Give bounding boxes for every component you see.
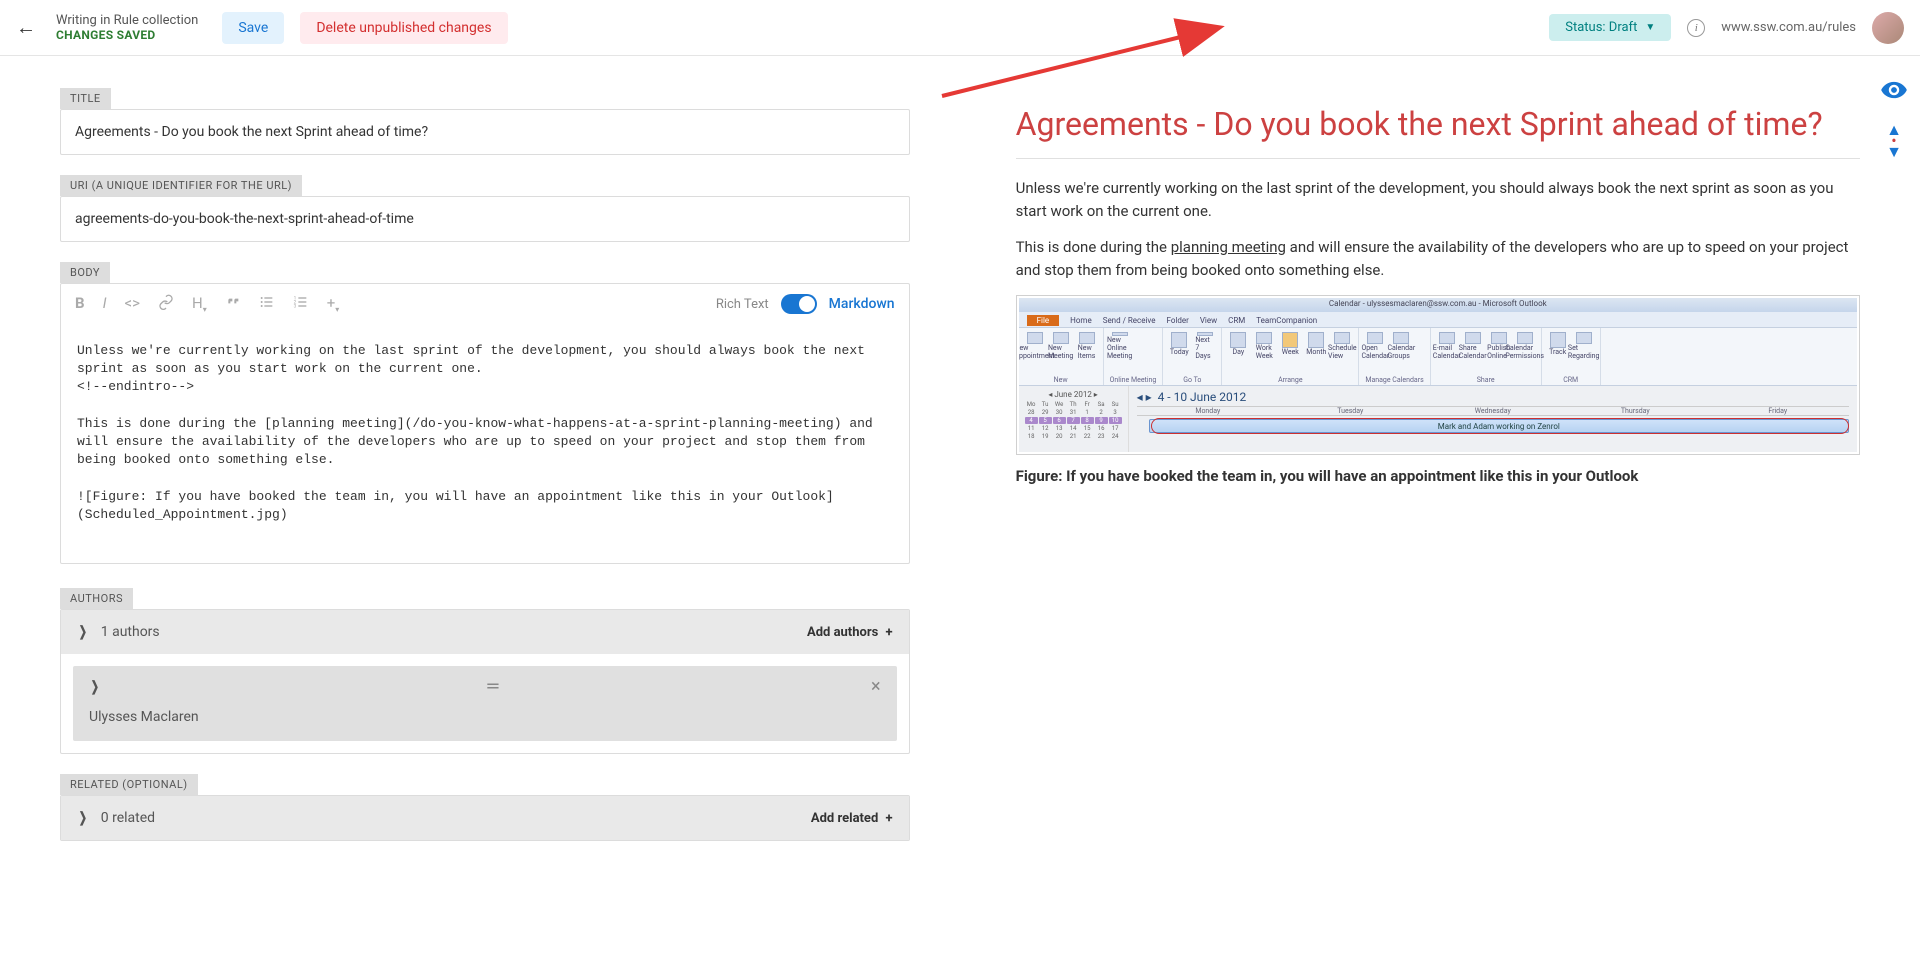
status-dropdown[interactable]: Status: Draft ▼ bbox=[1549, 14, 1671, 41]
authors-header[interactable]: ❯ 1 authors Add authors + bbox=[61, 610, 909, 654]
figure-caption: Figure: If you have booked the team in, … bbox=[1016, 465, 1860, 488]
add-block-icon[interactable]: +▾ bbox=[327, 294, 340, 314]
authors-summary: 1 authors bbox=[101, 624, 795, 640]
title-input[interactable] bbox=[60, 109, 910, 155]
markdown-mode-label: Markdown bbox=[829, 296, 895, 312]
save-button[interactable]: Save bbox=[222, 12, 284, 44]
figure-image: Calendar - ulyssesmaclaren@ssw.com.au - … bbox=[1016, 295, 1860, 455]
related-summary: 0 related bbox=[101, 810, 799, 826]
body-field-label: BODY bbox=[60, 262, 110, 283]
related-field-label: RELATED (OPTIONAL) bbox=[60, 774, 198, 795]
code-icon[interactable]: <> bbox=[125, 294, 140, 314]
svg-text:3: 3 bbox=[293, 303, 296, 309]
ordered-list-icon[interactable]: 123 bbox=[293, 294, 309, 314]
chevron-right-icon[interactable]: ❯ bbox=[91, 679, 99, 695]
delete-unpublished-button[interactable]: Delete unpublished changes bbox=[300, 12, 507, 44]
outlook-titlebar: Calendar - ulyssesmaclaren@ssw.com.au - … bbox=[1019, 298, 1857, 312]
preview-eye-icon[interactable] bbox=[1880, 76, 1908, 108]
outlook-tabs: File Home Send / Receive Folder View CRM… bbox=[1019, 312, 1857, 328]
drag-handle-icon[interactable]: == bbox=[486, 676, 494, 697]
body-textarea[interactable] bbox=[60, 324, 910, 564]
preview-paragraph: This is done during the planning meeting… bbox=[1016, 236, 1860, 281]
add-related-button[interactable]: Add related + bbox=[811, 811, 893, 826]
authors-field-label: AUTHORS bbox=[60, 588, 133, 609]
preview-pane: ▲•▼ Agreements - Do you book the next Sp… bbox=[970, 56, 1920, 969]
unordered-list-icon[interactable] bbox=[259, 294, 275, 314]
related-panel: ❯ 0 related Add related + bbox=[60, 795, 910, 841]
status-label: Status: Draft bbox=[1565, 20, 1637, 35]
uri-input[interactable] bbox=[60, 196, 910, 242]
add-authors-button[interactable]: Add authors + bbox=[807, 625, 893, 640]
outlook-ribbon: NewAppointmentNewMeetingNewItemsNew New … bbox=[1019, 328, 1857, 386]
link-icon[interactable] bbox=[158, 294, 174, 314]
italic-icon[interactable]: I bbox=[103, 294, 107, 314]
chevron-right-icon: ❯ bbox=[79, 810, 87, 826]
top-buttons: Save Delete unpublished changes bbox=[222, 12, 507, 44]
preview-body: Unless we're currently working on the la… bbox=[1016, 177, 1860, 488]
info-icon[interactable]: i bbox=[1687, 19, 1705, 37]
top-right: Status: Draft ▼ i www.ssw.com.au/rules bbox=[1549, 12, 1904, 44]
quote-icon[interactable] bbox=[225, 294, 241, 314]
changes-saved-label: CHANGES SAVED bbox=[56, 28, 198, 42]
main-area: TITLE URI (A UNIQUE IDENTIFIER FOR THE U… bbox=[0, 56, 1920, 969]
editor-mode-toggle[interactable] bbox=[781, 294, 817, 314]
title-field-label: TITLE bbox=[60, 88, 111, 109]
resize-handle-icon[interactable]: ▲•▼ bbox=[1886, 124, 1902, 158]
top-bar: ← Writing in Rule collection CHANGES SAV… bbox=[0, 0, 1920, 56]
heading-icon[interactable]: H▾ bbox=[192, 294, 207, 314]
author-card: ❯ == × Ulysses Maclaren bbox=[73, 666, 897, 741]
bold-icon[interactable]: B bbox=[75, 294, 85, 314]
caret-down-icon: ▼ bbox=[1645, 22, 1655, 33]
context-block: Writing in Rule collection CHANGES SAVED bbox=[56, 13, 198, 42]
back-arrow-icon[interactable]: ← bbox=[16, 15, 36, 40]
planning-meeting-link[interactable]: planning meeting bbox=[1171, 238, 1286, 256]
editor-pane: TITLE URI (A UNIQUE IDENTIFIER FOR THE U… bbox=[0, 56, 970, 969]
context-line: Writing in Rule collection bbox=[56, 13, 198, 28]
richtext-mode-label: Rich Text bbox=[716, 297, 769, 312]
site-url-label: www.ssw.com.au/rules bbox=[1721, 20, 1856, 35]
preview-title: Agreements - Do you book the next Sprint… bbox=[1016, 104, 1860, 159]
preview-paragraph: Unless we're currently working on the la… bbox=[1016, 177, 1860, 222]
body-toolbar: B I <> H▾ 123 +▾ Rich Text Markdown bbox=[60, 283, 910, 324]
remove-author-icon[interactable]: × bbox=[871, 676, 881, 697]
related-header[interactable]: ❯ 0 related Add related + bbox=[61, 796, 909, 840]
author-name: Ulysses Maclaren bbox=[89, 709, 881, 725]
uri-field-label: URI (A UNIQUE IDENTIFIER FOR THE URL) bbox=[60, 175, 302, 196]
chevron-right-icon: ❯ bbox=[79, 624, 87, 640]
user-avatar[interactable] bbox=[1872, 12, 1904, 44]
authors-panel: ❯ 1 authors Add authors + ❯ == × Ulysses… bbox=[60, 609, 910, 754]
